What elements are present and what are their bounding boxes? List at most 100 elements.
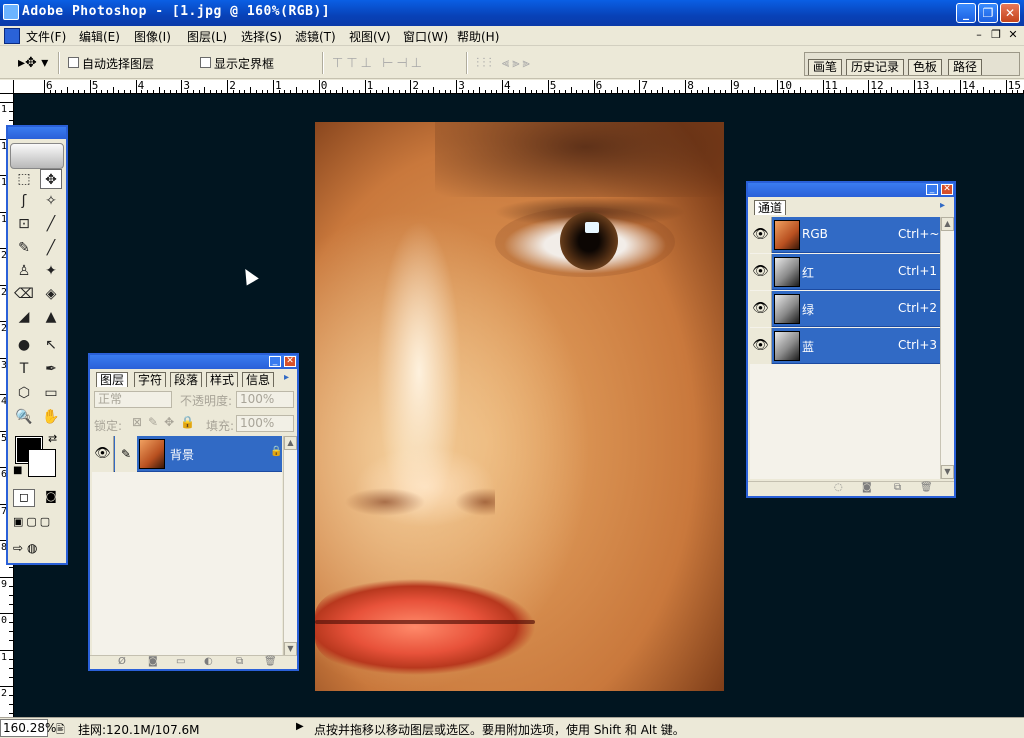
channel-row-rgb[interactable]: 👁 RGB Ctrl+~ xyxy=(750,217,940,253)
fill-input[interactable]: 100% xyxy=(236,415,294,432)
standard-mode-icon[interactable]: ◻ xyxy=(13,489,35,507)
adjustment-layer-icon[interactable]: ◐ xyxy=(204,656,213,667)
lasso-tool-icon[interactable]: ʃ xyxy=(13,191,35,211)
new-channel-icon[interactable]: ⧉ xyxy=(894,482,901,493)
tab-paragraph[interactable]: 段落 xyxy=(170,372,203,387)
doc-close-button[interactable]: ✕ xyxy=(1006,28,1020,42)
channels-scrollbar[interactable]: ▲ ▼ xyxy=(940,217,954,479)
layer-style-icon[interactable]: Ø xyxy=(118,656,126,667)
shape-tool-icon[interactable]: ⬡ xyxy=(13,383,35,403)
toolbox-titlebar[interactable] xyxy=(8,127,66,139)
tab-brushes[interactable]: 画笔 xyxy=(808,59,843,75)
tab-character[interactable]: 字符 xyxy=(134,372,167,387)
menu-select[interactable]: 选择(S) xyxy=(241,28,282,45)
screen-mode-icons[interactable]: ▣▢▢ xyxy=(13,515,63,531)
menu-help[interactable]: 帮助(H) xyxy=(457,28,499,45)
panel-menu-icon[interactable]: ▸ xyxy=(940,200,945,211)
menu-window[interactable]: 窗口(W) xyxy=(403,28,448,45)
minimize-button[interactable]: _ xyxy=(956,3,976,23)
layers-scrollbar[interactable]: ▲ ▼ xyxy=(283,436,297,656)
align-buttons[interactable]: ⊤⊤⊥ ⊢⊣⊥ xyxy=(332,56,425,72)
ruler-origin[interactable] xyxy=(0,80,14,94)
hand-tool-icon[interactable]: ✋ xyxy=(40,407,62,427)
clone-stamp-tool-icon[interactable]: ♙ xyxy=(13,261,35,281)
default-colors-icon[interactable]: ■ xyxy=(13,465,22,476)
scroll-down-icon[interactable]: ▼ xyxy=(941,465,954,479)
auto-select-layer-checkbox[interactable] xyxy=(68,57,79,68)
channel-visibility-eye-icon[interactable]: 👁 xyxy=(750,291,772,327)
layers-panel-minimize-button[interactable]: _ xyxy=(269,356,281,367)
channel-visibility-eye-icon[interactable]: 👁 xyxy=(750,328,772,364)
photoshop-logo[interactable] xyxy=(10,143,64,169)
horizontal-ruler[interactable]: 6 5 4 3 2 1 0 1 2 3 4 5 6 7 8 9 10 11 12 13 14 15 xyxy=(14,80,1024,94)
move-tool-icon[interactable]: ✥ xyxy=(40,169,62,189)
crop-tool-icon[interactable]: ⊡ xyxy=(13,214,35,234)
menu-edit[interactable]: 编辑(E) xyxy=(79,28,120,45)
scroll-up-icon[interactable]: ▲ xyxy=(941,217,954,231)
marquee-tool-icon[interactable]: ⬚ xyxy=(13,169,35,189)
save-selection-icon[interactable]: ◙ xyxy=(862,482,872,493)
channel-row-green[interactable]: 👁 绿 Ctrl+2 xyxy=(750,291,940,327)
blend-mode-select[interactable]: 正常 xyxy=(94,391,172,408)
new-group-icon[interactable]: ▭ xyxy=(176,656,185,667)
new-layer-icon[interactable]: ⧉ xyxy=(236,656,243,667)
swap-colors-icon[interactable]: ⇄ xyxy=(48,432,57,445)
type-tool-icon[interactable]: T xyxy=(13,359,35,379)
path-select-tool-icon[interactable]: ↖ xyxy=(40,335,62,355)
menu-layer[interactable]: 图层(L) xyxy=(187,28,227,45)
layers-panel-titlebar[interactable]: _ ✕ xyxy=(90,355,297,369)
doc-minimize-button[interactable]: – xyxy=(972,28,986,42)
layer-visibility-eye-icon[interactable]: 👁 xyxy=(92,436,114,472)
tab-styles[interactable]: 样式 xyxy=(206,372,239,387)
load-selection-icon[interactable]: ◌ xyxy=(834,482,843,493)
zoom-tool-icon[interactable]: 🔍 xyxy=(13,407,35,427)
menu-filter[interactable]: 滤镜(T) xyxy=(295,28,336,45)
channels-panel-titlebar[interactable]: _ ✕ xyxy=(748,183,954,197)
channel-row-blue[interactable]: 👁 蓝 Ctrl+3 xyxy=(750,328,940,364)
jump-to-imageready-icon[interactable]: ⇨◍ xyxy=(13,541,63,557)
paint-bucket-tool-icon[interactable]: ◈ xyxy=(40,284,62,304)
lock-icons[interactable]: ⊠✎✥🔒 xyxy=(132,415,201,429)
delete-channel-icon[interactable]: 🗑 xyxy=(920,482,933,493)
channel-visibility-eye-icon[interactable]: 👁 xyxy=(750,254,772,290)
layer-mask-icon[interactable]: ◙ xyxy=(148,656,158,667)
layer-row[interactable]: 👁 ✎ 背景 🔒 xyxy=(92,436,282,472)
channels-panel-close-button[interactable]: ✕ xyxy=(941,184,953,195)
scroll-down-icon[interactable]: ▼ xyxy=(284,642,297,656)
layer-name[interactable]: 背景 xyxy=(170,446,194,463)
tool-preset-picker[interactable]: ▸✥ ▾ xyxy=(18,55,54,71)
tab-info[interactable]: 信息 xyxy=(242,372,275,387)
channels-panel-minimize-button[interactable]: _ xyxy=(926,184,938,195)
blur-tool-icon[interactable]: ◢ xyxy=(13,307,35,327)
tab-history[interactable]: 历史记录 xyxy=(846,59,905,75)
slice-tool-icon[interactable]: ╱ xyxy=(40,214,62,234)
menu-view[interactable]: 视图(V) xyxy=(349,28,391,45)
channel-row-red[interactable]: 👁 红 Ctrl+1 xyxy=(750,254,940,290)
photoshop-app-icon[interactable] xyxy=(3,4,19,20)
eraser-tool-icon[interactable]: ⌫ xyxy=(13,284,35,304)
pen-tool-icon[interactable]: ✒ xyxy=(40,359,62,379)
sharpen-tool-icon[interactable]: ▲ xyxy=(40,307,62,327)
channel-visibility-eye-icon[interactable]: 👁 xyxy=(750,217,772,253)
restore-button[interactable]: ❐ xyxy=(978,3,998,23)
document-icon[interactable] xyxy=(4,28,20,44)
quickmask-mode-icon[interactable]: ◙ xyxy=(40,489,62,507)
magic-wand-tool-icon[interactable]: ✧ xyxy=(40,191,62,211)
layers-panel-close-button[interactable]: ✕ xyxy=(284,356,296,367)
dodge-tool-icon[interactable]: ● xyxy=(13,335,35,355)
menu-image[interactable]: 图像(I) xyxy=(134,28,171,45)
status-menu-arrow-icon[interactable]: ▶ xyxy=(296,721,304,732)
tab-layers[interactable]: 图层 xyxy=(96,372,129,387)
history-brush-tool-icon[interactable]: ✦ xyxy=(40,261,62,281)
brush-tool-icon[interactable]: ╱ xyxy=(40,238,62,258)
zoom-input[interactable]: 160.28% xyxy=(0,719,56,737)
healing-brush-tool-icon[interactable]: ✎ xyxy=(13,238,35,258)
tab-channels[interactable]: 通道 xyxy=(754,200,787,215)
doc-info-icon[interactable]: 🖹 xyxy=(56,721,65,738)
panel-menu-icon[interactable]: ▸ xyxy=(284,372,289,383)
image-canvas[interactable] xyxy=(315,122,724,691)
menu-file[interactable]: 文件(F) xyxy=(26,28,66,45)
notes-tool-icon[interactable]: ▭ xyxy=(40,383,62,403)
tab-swatches[interactable]: 色板 xyxy=(908,59,943,75)
scroll-up-icon[interactable]: ▲ xyxy=(284,436,297,450)
